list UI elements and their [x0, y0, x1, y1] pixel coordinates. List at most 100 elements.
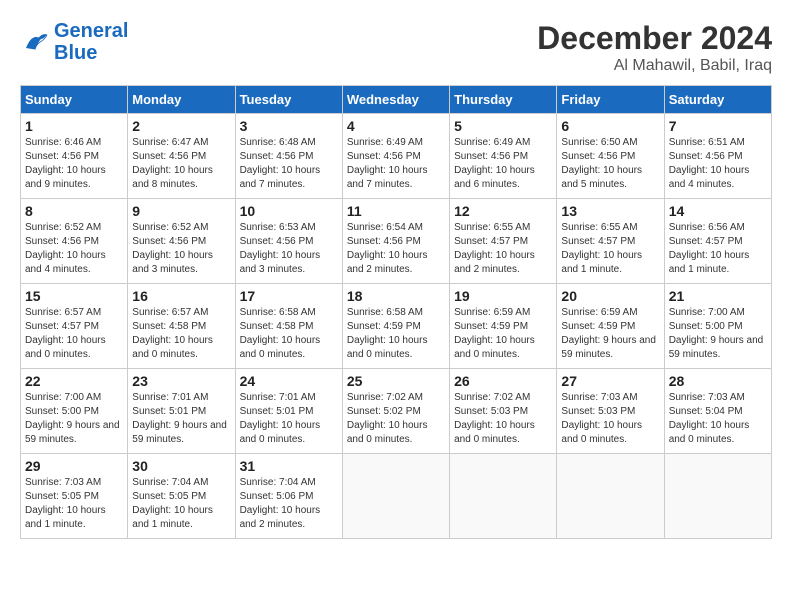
- calendar-cell: 11 Sunrise: 6:54 AMSunset: 4:56 PMDayligh…: [342, 199, 449, 284]
- calendar-cell: 9 Sunrise: 6:52 AMSunset: 4:56 PMDaylight…: [128, 199, 235, 284]
- day-info: Sunrise: 6:59 AMSunset: 4:59 PMDaylight:…: [561, 306, 659, 362]
- calendar-cell: 31 Sunrise: 7:04 AMSunset: 5:06 PMDayligh…: [235, 454, 342, 539]
- day-number: 11: [347, 203, 445, 219]
- day-number: 21: [669, 288, 767, 304]
- calendar-cell: [664, 454, 771, 539]
- week-row-3: 15 Sunrise: 6:57 AMSunset: 4:57 PMDayligh…: [21, 284, 772, 369]
- weekday-header-tuesday: Tuesday: [235, 86, 342, 114]
- day-number: 10: [240, 203, 338, 219]
- calendar-cell: 20 Sunrise: 6:59 AMSunset: 4:59 PMDayligh…: [557, 284, 664, 369]
- day-info: Sunrise: 6:57 AMSunset: 4:57 PMDaylight:…: [25, 306, 123, 362]
- day-info: Sunrise: 7:03 AMSunset: 5:05 PMDaylight:…: [25, 476, 123, 532]
- weekday-header-monday: Monday: [128, 86, 235, 114]
- calendar-cell: 24Sunrise: 7:01 AMSunset: 5:01 PMDayligh…: [235, 369, 342, 454]
- day-info: Sunrise: 7:01 AMSunset: 5:01 PMDaylight:…: [240, 391, 338, 447]
- weekday-header-friday: Friday: [557, 86, 664, 114]
- day-info: Sunrise: 6:54 AMSunset: 4:56 PMDaylight:…: [347, 221, 445, 277]
- day-number: 17: [240, 288, 338, 304]
- calendar-cell: 29 Sunrise: 7:03 AMSunset: 5:05 PMDayligh…: [21, 454, 128, 539]
- day-info: Sunrise: 6:52 AMSunset: 4:56 PMDaylight:…: [25, 221, 123, 277]
- day-info: Sunrise: 6:56 AMSunset: 4:57 PMDaylight:…: [669, 221, 767, 277]
- location: Al Mahawil, Babil, Iraq: [537, 57, 772, 75]
- day-info: Sunrise: 7:00 AMSunset: 5:00 PMDaylight:…: [669, 306, 767, 362]
- day-info: Sunrise: 6:50 AMSunset: 4:56 PMDaylight:…: [561, 136, 659, 192]
- week-row-2: 8 Sunrise: 6:52 AMSunset: 4:56 PMDaylight…: [21, 199, 772, 284]
- calendar-cell: 21 Sunrise: 7:00 AMSunset: 5:00 PMDayligh…: [664, 284, 771, 369]
- day-number: 26: [454, 373, 552, 389]
- day-number: 30: [132, 458, 230, 474]
- day-number: 16: [132, 288, 230, 304]
- day-number: 13: [561, 203, 659, 219]
- calendar-cell: 15 Sunrise: 6:57 AMSunset: 4:57 PMDayligh…: [21, 284, 128, 369]
- logo-text: GeneralBlue: [54, 20, 128, 64]
- day-info: Sunrise: 6:57 AMSunset: 4:58 PMDaylight:…: [132, 306, 230, 362]
- calendar-cell: 3 Sunrise: 6:48 AMSunset: 4:56 PMDaylight…: [235, 114, 342, 199]
- day-number: 1: [25, 118, 123, 134]
- day-info: Sunrise: 6:58 AMSunset: 4:58 PMDaylight:…: [240, 306, 338, 362]
- day-info: Sunrise: 6:46 AMSunset: 4:56 PMDaylight:…: [25, 136, 123, 192]
- logo: GeneralBlue: [20, 20, 128, 64]
- day-info: Sunrise: 7:00 AMSunset: 5:00 PMDaylight:…: [25, 391, 123, 447]
- day-info: Sunrise: 6:55 AMSunset: 4:57 PMDaylight:…: [561, 221, 659, 277]
- calendar-cell: 23Sunrise: 7:01 AMSunset: 5:01 PMDayligh…: [128, 369, 235, 454]
- weekday-header-sunday: Sunday: [21, 86, 128, 114]
- calendar-cell: [557, 454, 664, 539]
- calendar-cell: 6 Sunrise: 6:50 AMSunset: 4:56 PMDaylight…: [557, 114, 664, 199]
- day-number: 3: [240, 118, 338, 134]
- day-info: Sunrise: 6:59 AMSunset: 4:59 PMDaylight:…: [454, 306, 552, 362]
- calendar-cell: 13 Sunrise: 6:55 AMSunset: 4:57 PMDayligh…: [557, 199, 664, 284]
- calendar-cell: 27 Sunrise: 7:03 AMSunset: 5:03 PMDayligh…: [557, 369, 664, 454]
- day-info: Sunrise: 7:03 AMSunset: 5:04 PMDaylight:…: [669, 391, 767, 447]
- day-info: Sunrise: 6:58 AMSunset: 4:59 PMDaylight:…: [347, 306, 445, 362]
- day-number: 7: [669, 118, 767, 134]
- title-block: December 2024 Al Mahawil, Babil, Iraq: [537, 20, 772, 75]
- day-info: Sunrise: 7:03 AMSunset: 5:03 PMDaylight:…: [561, 391, 659, 447]
- calendar-cell: 22 Sunrise: 7:00 AMSunset: 5:00 PMDayligh…: [21, 369, 128, 454]
- day-info: Sunrise: 6:55 AMSunset: 4:57 PMDaylight:…: [454, 221, 552, 277]
- calendar-cell: 19 Sunrise: 6:59 AMSunset: 4:59 PMDayligh…: [450, 284, 557, 369]
- day-number: 5: [454, 118, 552, 134]
- day-number: 15: [25, 288, 123, 304]
- day-number: 19: [454, 288, 552, 304]
- day-number: 31: [240, 458, 338, 474]
- calendar-cell: 1 Sunrise: 6:46 AMSunset: 4:56 PMDaylight…: [21, 114, 128, 199]
- day-info: Sunrise: 6:53 AMSunset: 4:56 PMDaylight:…: [240, 221, 338, 277]
- calendar-cell: 14 Sunrise: 6:56 AMSunset: 4:57 PMDayligh…: [664, 199, 771, 284]
- day-info: Sunrise: 6:48 AMSunset: 4:56 PMDaylight:…: [240, 136, 338, 192]
- day-number: 8: [25, 203, 123, 219]
- month-title: December 2024: [537, 20, 772, 57]
- day-number: 14: [669, 203, 767, 219]
- day-number: 4: [347, 118, 445, 134]
- calendar-cell: 4Sunrise: 6:49 AMSunset: 4:56 PMDaylight…: [342, 114, 449, 199]
- day-info: Sunrise: 7:04 AMSunset: 5:06 PMDaylight:…: [240, 476, 338, 532]
- calendar-cell: 8 Sunrise: 6:52 AMSunset: 4:56 PMDaylight…: [21, 199, 128, 284]
- day-info: Sunrise: 7:02 AMSunset: 5:02 PMDaylight:…: [347, 391, 445, 447]
- calendar-table: SundayMondayTuesdayWednesdayThursdayFrid…: [20, 85, 772, 539]
- day-number: 20: [561, 288, 659, 304]
- calendar-cell: 5 Sunrise: 6:49 AMSunset: 4:56 PMDaylight…: [450, 114, 557, 199]
- logo-icon: [20, 27, 50, 57]
- day-number: 29: [25, 458, 123, 474]
- day-info: Sunrise: 6:49 AMSunset: 4:56 PMDaylight:…: [454, 136, 552, 192]
- day-info: Sunrise: 6:52 AMSunset: 4:56 PMDaylight:…: [132, 221, 230, 277]
- week-row-4: 22 Sunrise: 7:00 AMSunset: 5:00 PMDayligh…: [21, 369, 772, 454]
- week-row-1: 1 Sunrise: 6:46 AMSunset: 4:56 PMDaylight…: [21, 114, 772, 199]
- calendar-cell: 7Sunrise: 6:51 AMSunset: 4:56 PMDaylight…: [664, 114, 771, 199]
- calendar-cell: 12 Sunrise: 6:55 AMSunset: 4:57 PMDayligh…: [450, 199, 557, 284]
- day-number: 27: [561, 373, 659, 389]
- day-number: 6: [561, 118, 659, 134]
- day-number: 12: [454, 203, 552, 219]
- day-info: Sunrise: 6:47 AMSunset: 4:56 PMDaylight:…: [132, 136, 230, 192]
- day-number: 25: [347, 373, 445, 389]
- calendar-cell: [450, 454, 557, 539]
- day-number: 9: [132, 203, 230, 219]
- day-number: 28: [669, 373, 767, 389]
- day-number: 18: [347, 288, 445, 304]
- week-row-5: 29 Sunrise: 7:03 AMSunset: 5:05 PMDayligh…: [21, 454, 772, 539]
- calendar-cell: [342, 454, 449, 539]
- day-info: Sunrise: 7:04 AMSunset: 5:05 PMDaylight:…: [132, 476, 230, 532]
- calendar-cell: 17 Sunrise: 6:58 AMSunset: 4:58 PMDayligh…: [235, 284, 342, 369]
- logo-blue: Blue: [54, 42, 97, 64]
- calendar-cell: 25 Sunrise: 7:02 AMSunset: 5:02 PMDayligh…: [342, 369, 449, 454]
- day-number: 22: [25, 373, 123, 389]
